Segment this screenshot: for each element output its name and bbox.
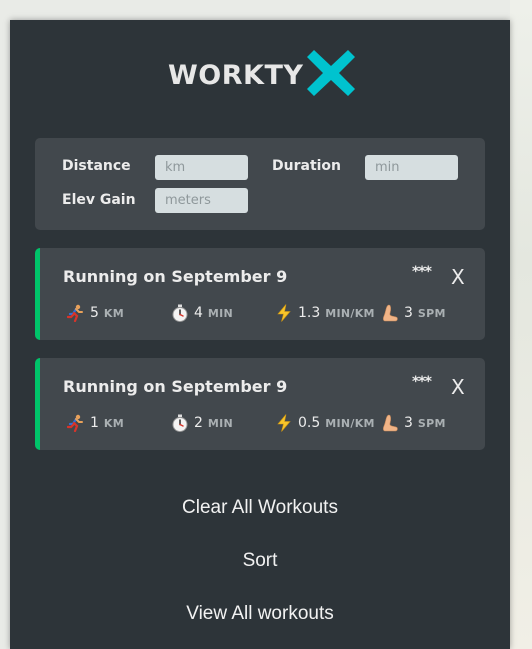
workout-duration: 4 MIN [171, 302, 233, 324]
workout-distance: 5 KM [67, 302, 124, 324]
workout-delete-button[interactable]: X [451, 375, 465, 399]
elev-gain-input[interactable] [155, 188, 248, 213]
runner-icon [67, 304, 85, 322]
pace-value: 1.3 [298, 305, 321, 321]
duration-unit: MIN [207, 416, 234, 430]
workout-distance: 1 KM [67, 412, 124, 434]
distance-unit: KM [103, 416, 124, 430]
foot-icon [381, 304, 399, 322]
duration-value: 2 [194, 415, 203, 431]
pace-unit: MIN/KM [325, 306, 375, 320]
distance-label: Distance [62, 158, 131, 174]
runner-icon [67, 414, 85, 432]
workout-delete-button[interactable]: X [451, 265, 465, 289]
cadence-unit: SPM [417, 416, 446, 430]
duration-unit: MIN [207, 306, 234, 320]
cadence-value: 3 [404, 415, 413, 431]
lightning-icon [275, 414, 293, 432]
cadence-unit: SPM [417, 306, 446, 320]
workout-card[interactable]: Running on September 9 *** X 1 KM 2 MIN … [35, 358, 485, 450]
distance-unit: KM [103, 306, 124, 320]
logo: WORKTY [168, 48, 358, 100]
stopwatch-icon [171, 414, 189, 432]
workout-title: Running on September 9 [63, 267, 288, 286]
workout-form: Distance Duration Elev Gain [35, 138, 485, 230]
elev-gain-label: Elev Gain [62, 192, 136, 208]
sidebar: WORKTY Distance Duration Elev Gain Runni… [10, 20, 510, 649]
pace-value: 0.5 [298, 415, 321, 431]
map-area[interactable] [510, 0, 532, 649]
workout-duration: 2 MIN [171, 412, 233, 434]
distance-value: 5 [90, 305, 99, 321]
lightning-icon [275, 304, 293, 322]
duration-input[interactable] [365, 155, 458, 180]
workout-title: Running on September 9 [63, 377, 288, 396]
distance-value: 1 [90, 415, 99, 431]
workout-pace: 1.3 MIN/KM [275, 302, 375, 324]
workout-cadence: 3 SPM [381, 412, 446, 434]
distance-input[interactable] [155, 155, 248, 180]
workout-cadence: 3 SPM [381, 302, 446, 324]
view-all-workouts-button[interactable]: View All workouts [10, 603, 510, 625]
pace-unit: MIN/KM [325, 416, 375, 430]
sort-button[interactable]: Sort [10, 550, 510, 572]
workout-menu-button[interactable]: *** [412, 374, 432, 390]
foot-icon [381, 414, 399, 432]
logo-x-icon [307, 50, 355, 96]
cadence-value: 3 [404, 305, 413, 321]
duration-label: Duration [272, 158, 342, 174]
clear-all-workouts-button[interactable]: Clear All Workouts [10, 497, 510, 519]
stopwatch-icon [171, 304, 189, 322]
duration-value: 4 [194, 305, 203, 321]
logo-text: WORKTY [168, 60, 304, 91]
workout-card[interactable]: Running on September 9 *** X 5 KM 4 MIN … [35, 248, 485, 340]
workout-menu-button[interactable]: *** [412, 264, 432, 280]
workout-pace: 0.5 MIN/KM [275, 412, 375, 434]
